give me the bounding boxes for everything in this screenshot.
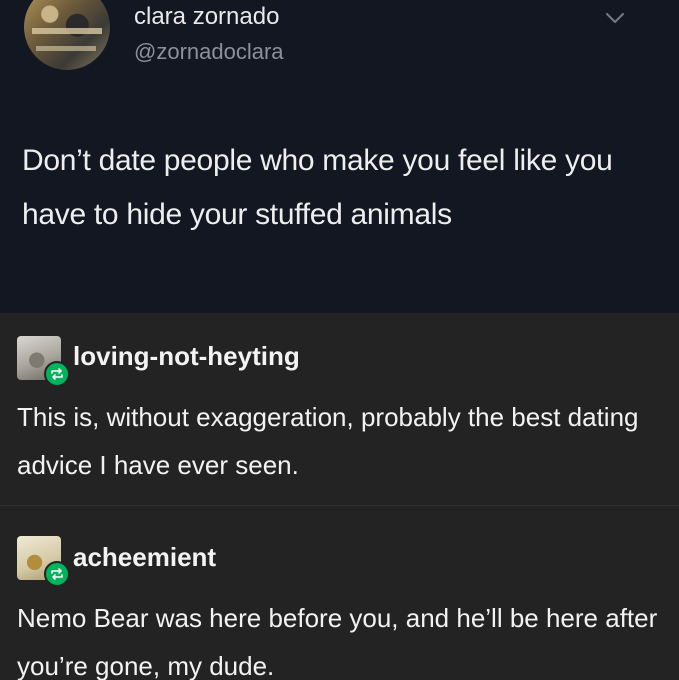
reblog-post: acheemient Nemo Bear was here before you… [0,506,679,680]
reblog-icon [44,361,70,387]
reblog-username[interactable]: loving-not-heyting [73,341,300,372]
tweet-card: clara zornado @zornadoclara Don’t date p… [0,0,679,313]
reblog-post: loving-not-heyting This is, without exag… [0,313,679,505]
chevron-down-icon[interactable] [604,10,626,26]
tweet-avatar[interactable] [24,0,110,70]
reblog-text: Nemo Bear was here before you, and he’ll… [17,603,658,680]
tweet-handle[interactable]: @zornadoclara [134,39,284,65]
tweet-display-name[interactable]: clara zornado [134,3,279,31]
tweet-text: Don’t date people who make you feel like… [22,144,613,231]
reblog-text: This is, without exaggeration, probably … [17,402,639,480]
reblog-username[interactable]: acheemient [73,542,216,573]
reblog-icon [44,561,70,587]
